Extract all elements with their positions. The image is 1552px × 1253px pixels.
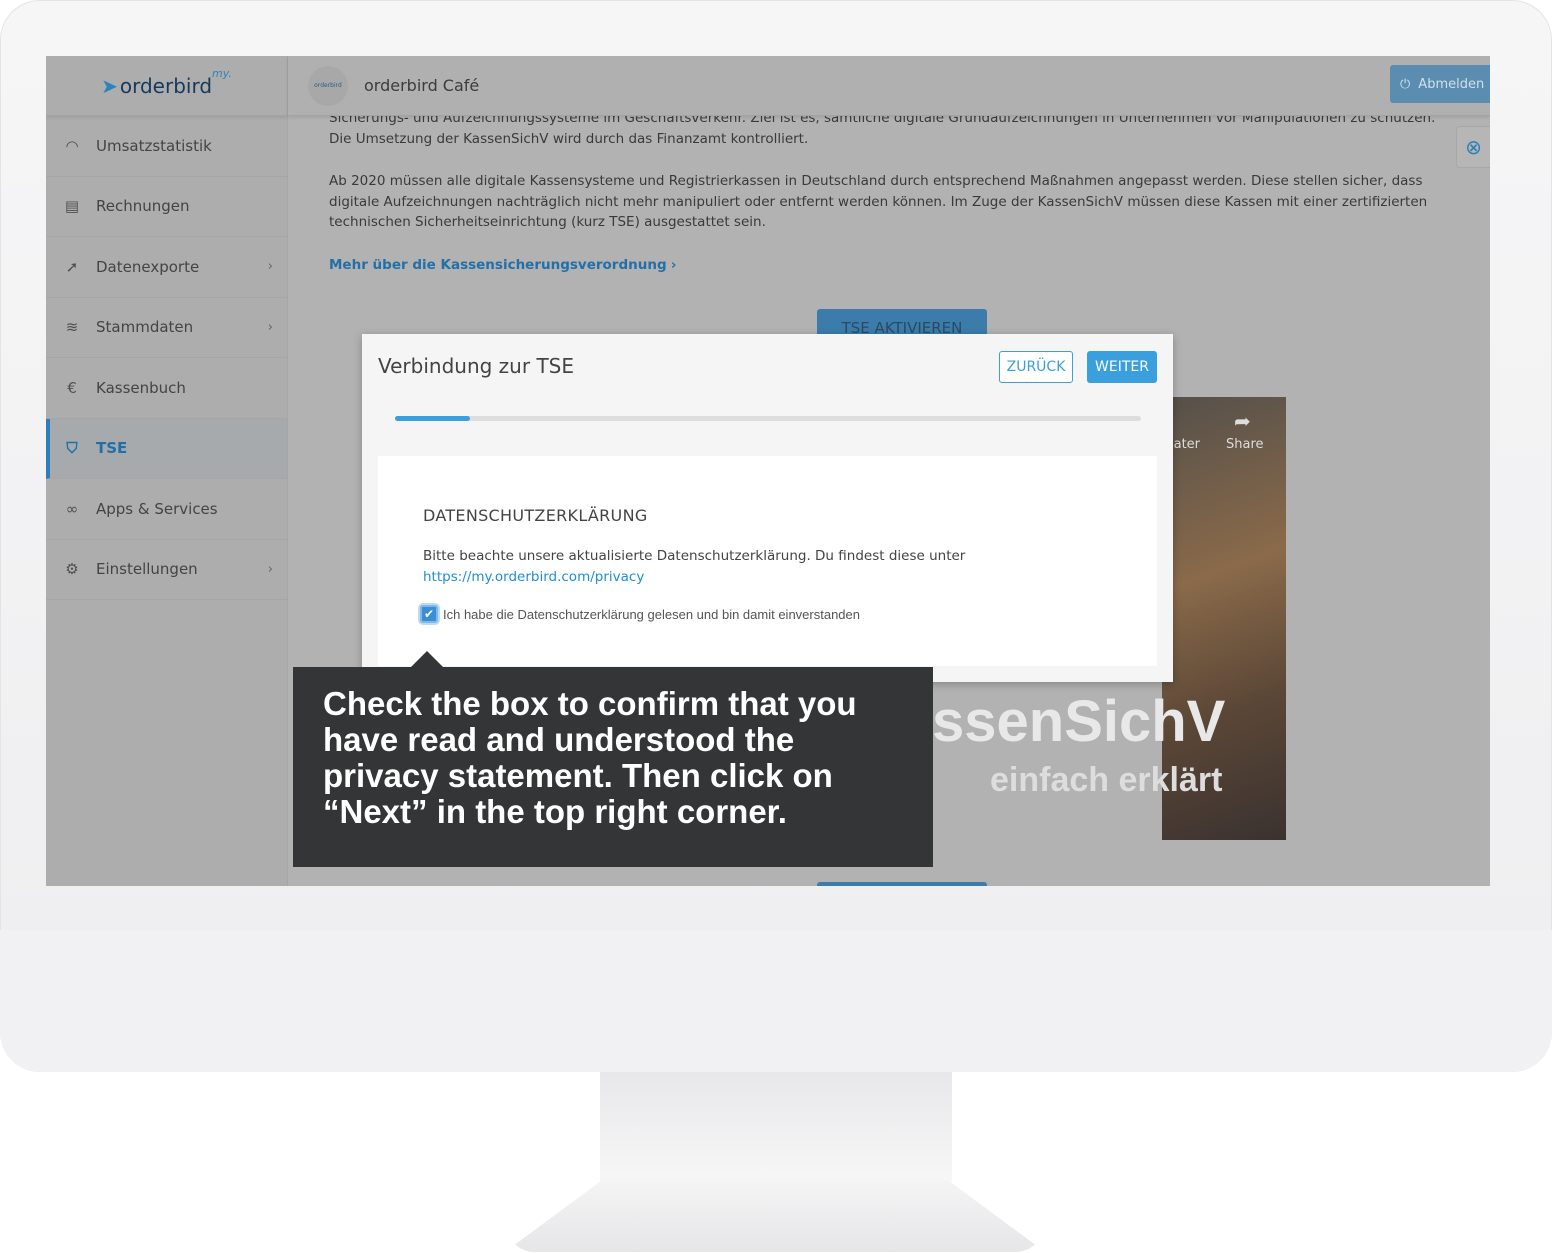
chevron-right-icon: › bbox=[267, 561, 273, 577]
button-partial bbox=[817, 882, 987, 886]
sidebar-item-label: Kassenbuch bbox=[96, 378, 186, 397]
privacy-consent[interactable]: ✔ Ich habe die Datenschutzerklärung geles… bbox=[420, 605, 860, 623]
shield-lock-icon: ⛉ bbox=[66, 439, 78, 458]
lifebuoy-icon: ⊗ bbox=[1465, 135, 1482, 159]
sidebar-item-kassenbuch[interactable]: € Kassenbuch bbox=[46, 358, 287, 419]
sidebar-item-datenexporte[interactable]: ➚ Datenexporte › bbox=[46, 237, 287, 298]
tse-info: Sicherungs- und Aufzeichnungssysteme im … bbox=[329, 108, 1449, 275]
instruction-tooltip: Check the box to confirm that you have r… bbox=[293, 651, 933, 867]
share-icon[interactable]: ➦ bbox=[1234, 409, 1251, 433]
sidebar-item-label: Datenexporte bbox=[96, 257, 200, 276]
sidebar-item-label: Stammdaten bbox=[96, 318, 194, 337]
next-button[interactable]: WEITER bbox=[1087, 351, 1157, 383]
receipt-icon: ▤ bbox=[64, 197, 80, 216]
layers-icon: ≋ bbox=[65, 318, 79, 337]
avatar[interactable]: orderbird bbox=[308, 65, 348, 106]
privacy-text: Bitte beachte unsere aktualisierte Daten… bbox=[423, 548, 966, 564]
watch-later-label[interactable]: later bbox=[1170, 437, 1200, 452]
video-subtitle: einfach erklärt bbox=[990, 761, 1223, 799]
back-button[interactable]: ZURÜCK bbox=[999, 351, 1073, 383]
activate-tse-button[interactable]: TSE AKTIVIEREN bbox=[817, 309, 987, 337]
topbar: orderbird orderbird Café ⏻ Abmelden bbox=[288, 56, 1490, 116]
more-link[interactable]: Mehr über die Kassensicherungsverordnung bbox=[329, 257, 667, 273]
power-icon: ⏻ bbox=[1400, 76, 1411, 92]
monitor-chin bbox=[0, 930, 1552, 1072]
bird-icon: ➤ bbox=[101, 73, 118, 98]
chevron-right-icon: › bbox=[267, 259, 273, 275]
modal-title: Verbindung zur TSE bbox=[378, 354, 574, 378]
tse-connection-modal: Verbindung zur TSE ZURÜCK WEITER DATENSC… bbox=[362, 334, 1173, 682]
logo-text: orderbird bbox=[119, 73, 213, 98]
rings-icon: ∞ bbox=[65, 499, 79, 518]
logout-button[interactable]: ⏻ Abmelden bbox=[1390, 65, 1490, 103]
logout-label: Abmelden bbox=[1418, 76, 1485, 92]
sidebar-item-stammdaten[interactable]: ≋ Stammdaten › bbox=[46, 298, 287, 358]
consent-checkbox[interactable]: ✔ bbox=[420, 605, 438, 623]
share-label[interactable]: Share bbox=[1226, 437, 1264, 452]
logo[interactable]: ➤ orderbird my. bbox=[46, 56, 287, 116]
privacy-heading: DATENSCHUTZERKLÄRUNG bbox=[423, 506, 648, 525]
cashbook-icon: € bbox=[67, 378, 77, 397]
sidebar-item-rechnungen[interactable]: ▤ Rechnungen bbox=[46, 177, 287, 237]
sidebar: ➤ orderbird my. ◠ Umsatzstatistik ▤ Rechnung… bbox=[46, 56, 288, 886]
consent-label[interactable]: Ich habe die Datenschutzerklärung gelese… bbox=[443, 607, 860, 622]
export-arrow-icon: ➚ bbox=[65, 257, 79, 276]
sidebar-item-umsatzstatistik[interactable]: ◠ Umsatzstatistik bbox=[46, 116, 287, 177]
cafe-name: orderbird Café bbox=[364, 76, 480, 95]
video-title: ssenSichV bbox=[932, 689, 1226, 754]
progress-fill bbox=[395, 416, 470, 421]
sidebar-item-label: Umsatzstatistik bbox=[96, 136, 212, 155]
privacy-link[interactable]: https://my.orderbird.com/privacy bbox=[423, 569, 644, 585]
monitor-base bbox=[505, 1180, 1045, 1252]
sidebar-item-label: Einstellungen bbox=[96, 560, 198, 579]
help-button[interactable]: ⊗ bbox=[1456, 126, 1490, 168]
sidebar-item-tse[interactable]: ⛉ TSE bbox=[46, 418, 287, 479]
sidebar-item-einstellungen[interactable]: ⚙ Einstellungen › bbox=[46, 540, 287, 600]
gauge-icon: ◠ bbox=[65, 136, 79, 155]
sidebar-item-label: Rechnungen bbox=[96, 197, 190, 216]
logo-prefix: my. bbox=[212, 67, 232, 80]
info-paragraph: Ab 2020 müssen alle digitale Kassensyste… bbox=[329, 173, 1428, 230]
chevron-right-icon: › bbox=[670, 256, 677, 273]
progress-bar bbox=[395, 416, 1141, 421]
sidebar-item-label: TSE bbox=[96, 439, 128, 458]
sidebar-item-label: Apps & Services bbox=[96, 499, 218, 518]
sidebar-item-apps-services[interactable]: ∞ Apps & Services bbox=[46, 479, 287, 540]
monitor-stand bbox=[600, 1072, 952, 1182]
gear-icon: ⚙ bbox=[65, 560, 79, 579]
privacy-card: DATENSCHUTZERKLÄRUNG Bitte beachte unser… bbox=[378, 456, 1157, 666]
chevron-right-icon: › bbox=[267, 319, 273, 335]
